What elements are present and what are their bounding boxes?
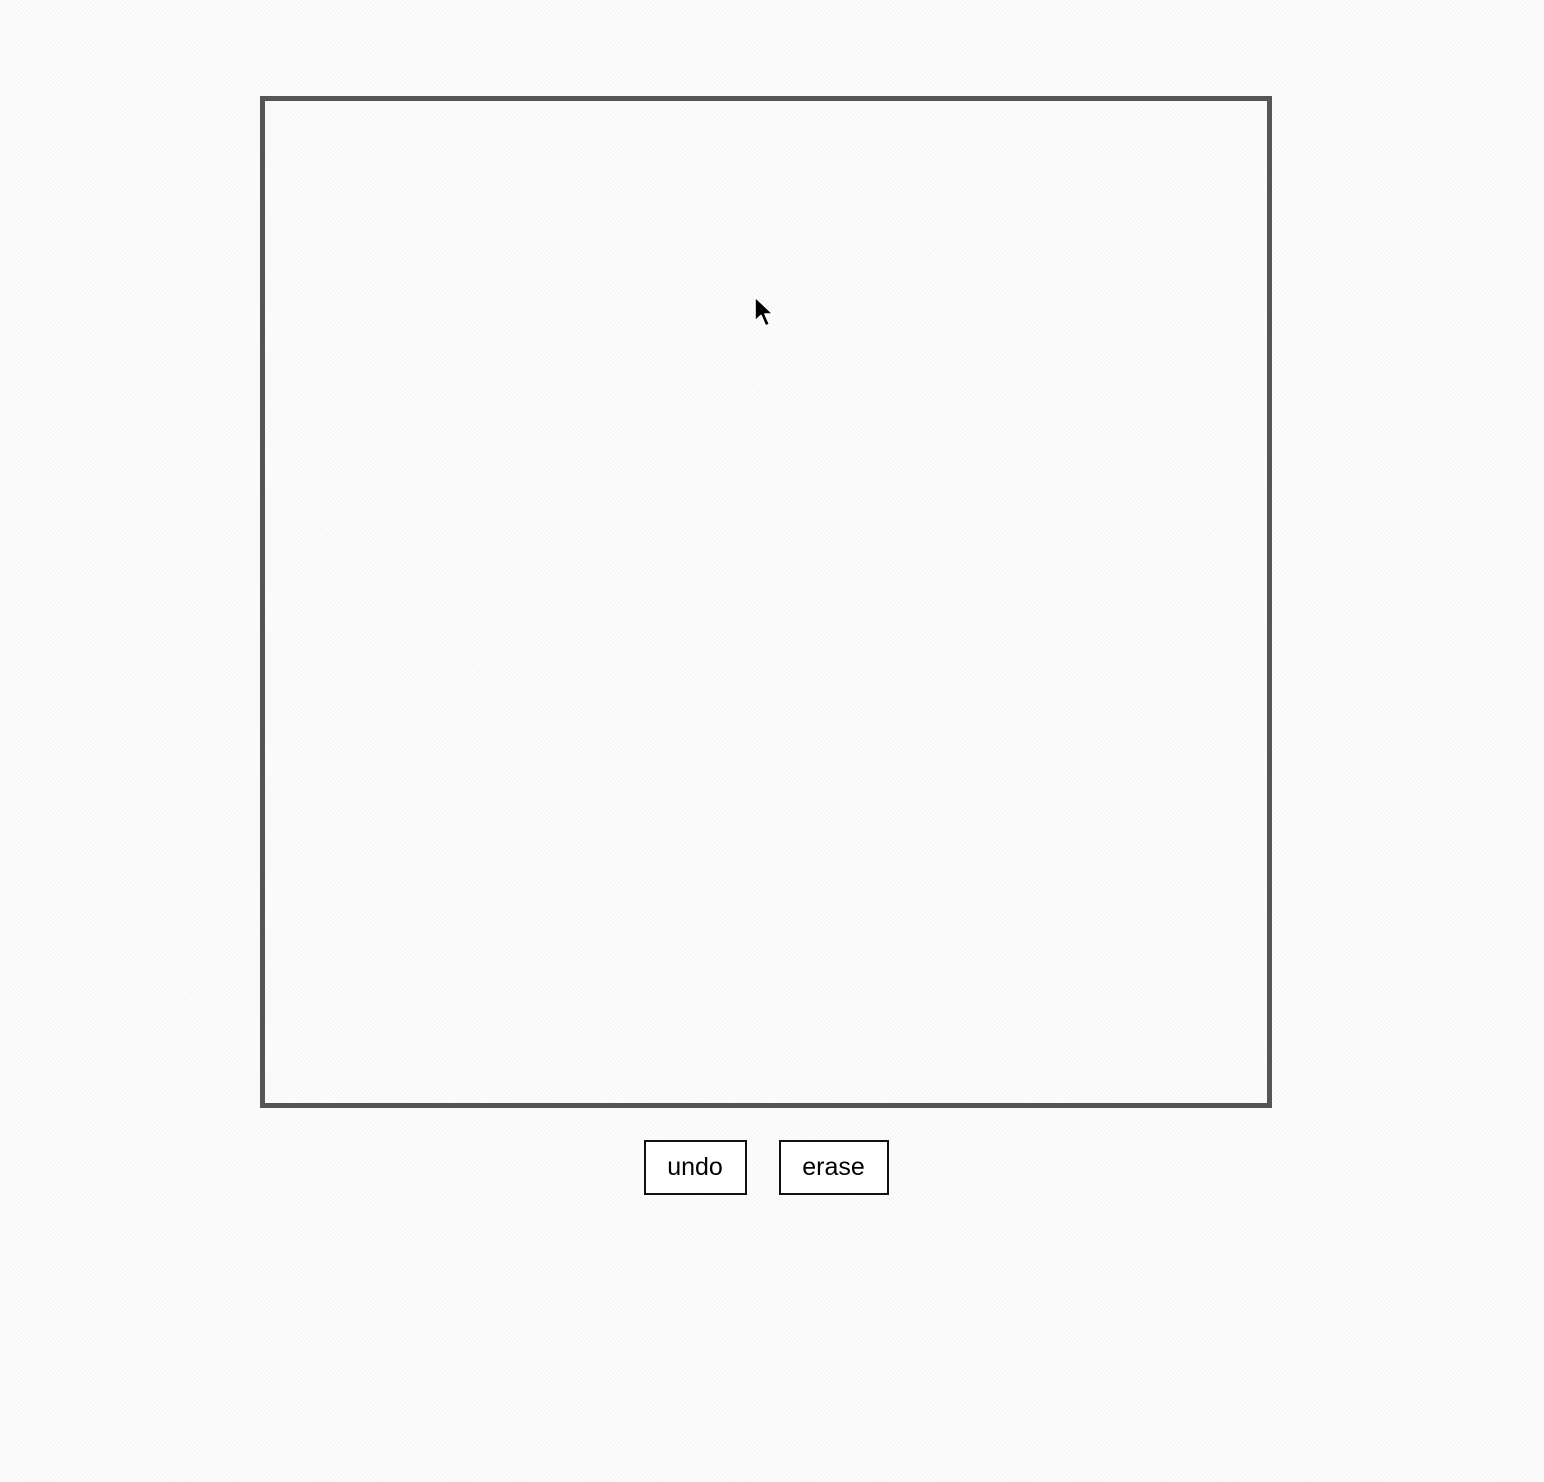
canvas-controls: undo erase — [0, 1140, 1532, 1195]
undo-button[interactable]: undo — [643, 1140, 747, 1195]
drawing-canvas[interactable] — [260, 96, 1272, 1108]
erase-button[interactable]: erase — [778, 1140, 889, 1195]
